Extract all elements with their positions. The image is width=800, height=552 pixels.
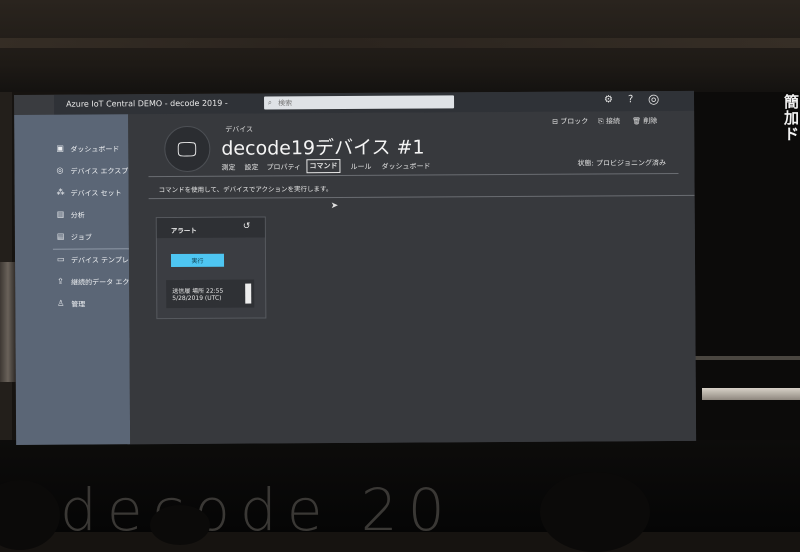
dashboard-icon: ▣ [56,143,64,153]
connect-button[interactable]: ⎘ 接続 [598,116,620,126]
result-text: 送信履 場所 22:55 [172,287,224,296]
projected-screen: Azure IoT Central DEMO - decode 2019 - ⌕… [14,90,697,445]
page-title: decode19デバイス #1 [221,136,425,160]
command-result: 送信履 場所 22:55 5/28/2019 (UTC) [166,279,255,309]
commands-help-text: コマンドを使用して、デバイスでアクションを実行します。 [158,185,333,195]
block-icon: ⊟ [552,117,561,126]
connect-label: 接続 [605,117,621,126]
robot-arm [0,262,16,382]
ceiling-lights [0,38,800,48]
delete-label: 削除 [643,117,658,126]
sidebar-item-label: ダッシュボード [70,145,120,154]
data-export-icon: ⇪ [57,276,64,286]
tab-properties[interactable]: プロパティ [264,161,303,173]
delete-button[interactable]: 🗑 削除 [632,116,657,126]
tab-measurements[interactable]: 測定 [219,162,237,174]
run-command-button[interactable]: 実行 [170,253,225,268]
search-box[interactable]: ⌕ [264,95,455,110]
main-content: 🖵 デバイス decode19デバイス #1 ⊟ ブロック ⎘ 接続 🗑 削除 … [128,110,697,445]
sidebar-item-label: ジョブ [70,233,92,242]
search-input[interactable] [278,96,449,109]
delete-icon: 🗑 [632,117,644,126]
sidebar-item-label: 管理 [71,300,86,309]
tab-settings[interactable]: 設定 [242,161,260,173]
device-avatar: 🖵 [164,125,211,173]
device-explorer-icon: ◎ [56,165,64,175]
device-template-icon: ▭ [56,254,65,264]
gear-icon[interactable]: ⚙ [604,94,613,105]
right-screen-bar [702,388,800,400]
right-screen-text-3: ド [784,125,800,143]
admin-icon: ♙ [57,298,65,308]
history-icon[interactable]: ↺ [243,222,251,232]
connect-icon: ⎘ [598,117,607,126]
help-icon[interactable]: ? [628,94,633,105]
app-title[interactable]: Azure IoT Central DEMO - decode 2019 - [66,99,228,109]
sidebar-item-label: 分析 [70,211,85,220]
block-label: ブロック [560,117,589,126]
analytics-icon: ▥ [56,209,65,219]
status-text: 状態: プロビジョニング済み [577,159,667,168]
device-set-icon: ⁂ [56,187,65,197]
jobs-icon: ▤ [56,231,65,241]
mouse-cursor-icon: ➤ [330,201,339,212]
command-card: アラート ↺ 実行 送信履 場所 22:55 5/28/2019 (UTC) [155,216,267,320]
audience-head [150,505,210,545]
sidebar-item-label: デバイス セット [70,189,122,198]
result-scrollbar[interactable] [245,283,252,304]
tab-commands[interactable]: コマンド [306,159,341,174]
audience-head [540,472,650,552]
command-title: アラート [170,226,197,236]
result-timestamp: 5/28/2019 (UTC) [172,294,222,303]
right-screen-line [686,356,800,360]
search-icon: ⌕ [268,98,272,107]
tab-rules[interactable]: ルール [348,161,373,173]
account-icon[interactable]: ◎ [648,92,659,107]
block-button[interactable]: ⊟ ブロック [552,116,588,126]
content-divider [148,194,695,200]
tab-dashboard[interactable]: ダッシュボード [379,160,432,172]
event-logo-text: decode 20 [60,476,455,544]
monitor-icon: 🖵 [177,136,197,162]
